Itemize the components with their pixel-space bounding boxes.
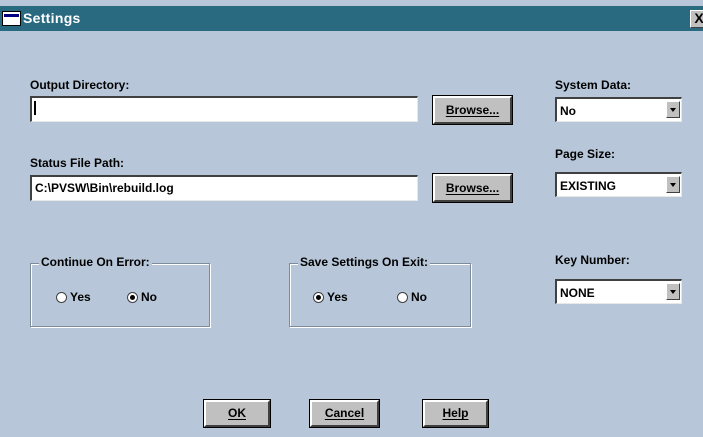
system-data-value: No [560,104,576,118]
ok-button[interactable]: OK [203,399,271,428]
continue-on-error-yes-label[interactable]: Yes [70,290,91,304]
key-number-value: NONE [560,286,595,300]
system-menu-icon[interactable] [2,11,21,26]
save-settings-yes-label[interactable]: Yes [327,290,348,304]
save-settings-yes-radio[interactable] [313,292,324,303]
settings-dialog: Settings X Output Directory: Browse... S… [0,0,703,437]
save-settings-no-radio[interactable] [397,292,408,303]
system-data-label: System Data: [555,78,632,92]
close-button[interactable]: X [690,10,703,28]
cancel-button[interactable]: Cancel [309,399,380,428]
save-settings-no-label[interactable]: No [411,290,427,304]
status-file-path-label: Status File Path: [30,156,125,170]
key-number-label: Key Number: [555,253,630,267]
browse-button-label: Browse... [445,181,500,195]
continue-on-error-title: Continue On Error: [39,255,152,269]
page-size-value: EXISTING [560,179,617,193]
page-size-select[interactable]: EXISTING [555,172,682,197]
save-settings-on-exit-title: Save Settings On Exit: [298,255,431,269]
continue-on-error-yes-radio[interactable] [56,292,67,303]
cancel-button-label: Cancel [324,406,365,420]
system-data-select[interactable]: No [555,97,682,122]
help-button[interactable]: Help [422,399,489,428]
continue-on-error-no-radio[interactable] [127,292,138,303]
dropdown-arrow-icon[interactable] [666,176,680,193]
help-button-label: Help [442,406,469,420]
text-caret [34,101,36,115]
status-file-path-value: C:\PVSW\Bin\rebuild.log [35,181,174,195]
title-bar[interactable]: Settings X [0,6,703,31]
output-directory-browse-button[interactable]: Browse... [432,95,513,125]
ok-button-label: OK [228,406,246,420]
status-file-path-input[interactable]: C:\PVSW\Bin\rebuild.log [30,175,418,201]
page-size-label: Page Size: [555,147,616,161]
window-title: Settings [23,10,81,26]
status-file-path-browse-button[interactable]: Browse... [432,173,513,203]
continue-on-error-no-label[interactable]: No [141,290,157,304]
browse-button-label: Browse... [445,103,500,117]
dropdown-arrow-icon[interactable] [666,101,680,118]
key-number-select[interactable]: NONE [555,279,682,304]
output-directory-label: Output Directory: [30,78,130,92]
output-directory-input[interactable] [30,96,418,122]
dropdown-arrow-icon[interactable] [666,283,680,300]
